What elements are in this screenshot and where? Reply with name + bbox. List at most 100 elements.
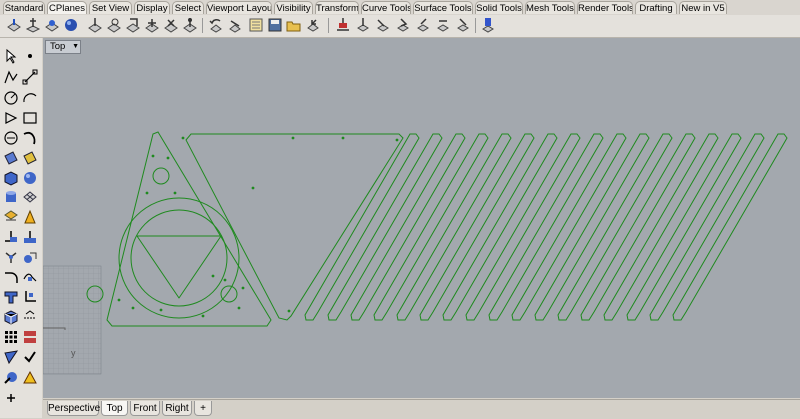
circle-icon[interactable] [3,90,19,106]
polygon-icon[interactable] [3,110,19,126]
tab-display[interactable]: Display [134,1,170,14]
viewport-tab-right[interactable]: Right [162,401,192,416]
cplane-rotate-icon[interactable] [125,17,141,33]
triangle-plate [106,131,272,327]
viewport-tab-front[interactable]: Front [130,401,160,416]
set-cplane-view-top-icon[interactable] [335,17,351,33]
tab-viewport-layout[interactable]: Viewport Layout [206,1,272,14]
hole-2 [220,285,238,303]
left-toolbar [0,38,42,418]
box-icon[interactable] [3,170,19,186]
viewport-top[interactable]: y [43,38,800,398]
cplane-axis-icon[interactable] [455,17,471,33]
laser-cut-parts [86,131,788,327]
arc-icon[interactable] [22,90,38,106]
surface-icon[interactable] [3,150,19,166]
transform-move-icon[interactable] [3,229,19,245]
fillet-icon[interactable] [3,269,19,285]
cylinder-icon[interactable] [3,189,19,205]
bearing-circle [118,197,240,319]
tab-visibility[interactable]: Visibility [274,1,313,14]
rotate-icon[interactable] [3,249,19,265]
cplane-undo-icon[interactable] [208,17,224,33]
cplane-to-object-icon[interactable] [144,17,160,33]
tab-standard[interactable]: Standard [3,1,45,14]
layer-icon[interactable] [22,329,38,345]
scale-icon[interactable] [22,249,38,265]
inner-circle [130,209,228,307]
polyline-icon[interactable] [3,69,19,85]
select-arrow-icon[interactable] [3,48,19,64]
cplane-options-icon[interactable] [480,17,496,33]
viewport-tab-perspective[interactable]: Perspective [47,401,100,416]
viewport-title[interactable]: Top ▼ [45,40,81,54]
toolbar-separator [475,18,476,33]
surface-edit-icon[interactable] [22,150,38,166]
cplane-elevation-icon[interactable] [106,17,122,33]
line-icon[interactable] [22,69,38,85]
tab-render-tools[interactable]: Render Tools [577,1,633,14]
triangle-cutout [136,235,222,299]
check-icon[interactable] [22,349,38,365]
join-icon[interactable] [22,269,38,285]
cplane-left-icon[interactable] [415,17,431,33]
cplane-3point-icon[interactable] [63,17,79,33]
render-icon[interactable] [22,369,38,385]
cplane-world-front-icon[interactable] [25,17,41,33]
tab-set-view[interactable]: Set View [89,1,132,14]
drawing-canvas[interactable]: y [43,38,800,398]
cplane-perpendicular-icon[interactable] [182,17,198,33]
cplanes-toolbar [0,15,800,38]
cplane-right-icon[interactable] [375,17,391,33]
cplane-bottom-icon[interactable] [435,17,451,33]
tab-drafting[interactable]: Drafting [635,1,677,14]
tab-surface-tools[interactable]: Surface Tools [413,1,473,14]
tab-curve-tools[interactable]: Curve Tools [361,1,411,14]
dimension-icon[interactable] [3,209,19,225]
explode-icon[interactable] [22,309,38,325]
trim-icon[interactable] [22,289,38,305]
light-icon[interactable] [22,209,38,225]
sphere-icon[interactable] [22,170,38,186]
chevron-down-icon[interactable]: ▼ [68,41,79,53]
hex-plate [185,133,404,321]
viewport-tab-bar: Perspective Top Front Right + [43,399,800,419]
cplane-front-icon[interactable] [355,17,371,33]
cplane-origin-icon[interactable] [87,17,103,33]
tab-transform[interactable]: Transform [315,1,359,14]
split-icon[interactable] [3,289,19,305]
plus-small-icon[interactable] [3,390,19,406]
cplane-back-icon[interactable] [395,17,411,33]
tab-new-in-v5[interactable]: New in V5 [679,1,727,14]
viewport-title-label: Top [50,41,66,52]
cplane-world-right-icon[interactable] [44,17,60,33]
rectangle-icon[interactable] [22,110,38,126]
svg-text:y: y [71,348,76,358]
hole-1 [152,167,170,185]
ellipse-icon[interactable] [3,130,19,146]
cplane-copy-icon[interactable] [305,17,321,33]
transform-copy-icon[interactable] [22,229,38,245]
cplane-world-top-icon[interactable] [6,17,22,33]
tab-solid-tools[interactable]: Solid Tools [475,1,523,14]
array-icon[interactable] [3,329,19,345]
tab-cplanes[interactable]: CPlanes [47,1,87,14]
cplane-through-curve-icon[interactable] [163,17,179,33]
cplane-redo-icon[interactable] [227,17,243,33]
toolbar-tab-bar: Standard CPlanes Set View Display Select… [0,0,800,16]
analyze-icon[interactable] [3,369,19,385]
mesh-icon[interactable] [22,189,38,205]
tab-select[interactable]: Select [172,1,204,14]
open-cplane-icon[interactable] [286,17,302,33]
point-icon[interactable] [22,48,38,64]
boolean-union-icon[interactable] [3,309,19,325]
named-cplanes-icon[interactable] [248,17,264,33]
toolbar-separator [202,18,203,33]
tab-mesh-tools[interactable]: Mesh Tools [525,1,575,14]
toolbar-separator [328,18,329,33]
plus-icon[interactable]: + [194,401,212,416]
viewport-tab-top[interactable]: Top [101,401,128,416]
curve-icon[interactable] [22,130,38,146]
properties-icon[interactable] [3,349,19,365]
save-cplane-icon[interactable] [267,17,283,33]
